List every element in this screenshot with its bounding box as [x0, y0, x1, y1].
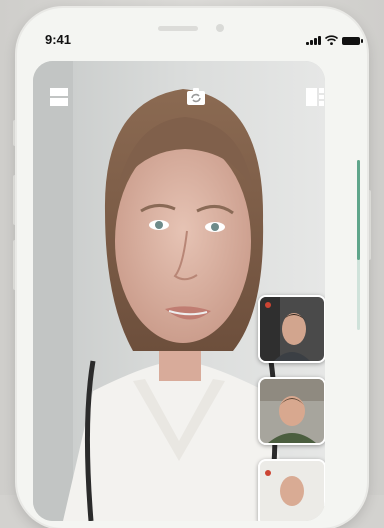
video-call-screen: [33, 61, 325, 521]
battery-icon: [342, 37, 363, 45]
participant-thumbnail-3[interactable]: [258, 459, 325, 521]
phone-side-button-right: [367, 190, 371, 260]
main-video-feed: [33, 61, 325, 521]
participant-thumbnail-1[interactable]: [258, 295, 325, 363]
scrollbar-thumb[interactable]: [357, 160, 360, 260]
wifi-icon: [325, 35, 338, 45]
layout-side-icon[interactable]: [306, 88, 324, 106]
cellular-signal-icon: [306, 36, 321, 45]
phone-speaker: [158, 26, 198, 31]
status-time: 9:41: [45, 32, 72, 47]
participant-thumbnail-2[interactable]: [258, 377, 325, 445]
layout-rows-icon[interactable]: [50, 88, 68, 106]
switch-camera-icon[interactable]: [187, 88, 205, 106]
front-camera: [216, 24, 224, 32]
status-icons: [306, 35, 363, 45]
